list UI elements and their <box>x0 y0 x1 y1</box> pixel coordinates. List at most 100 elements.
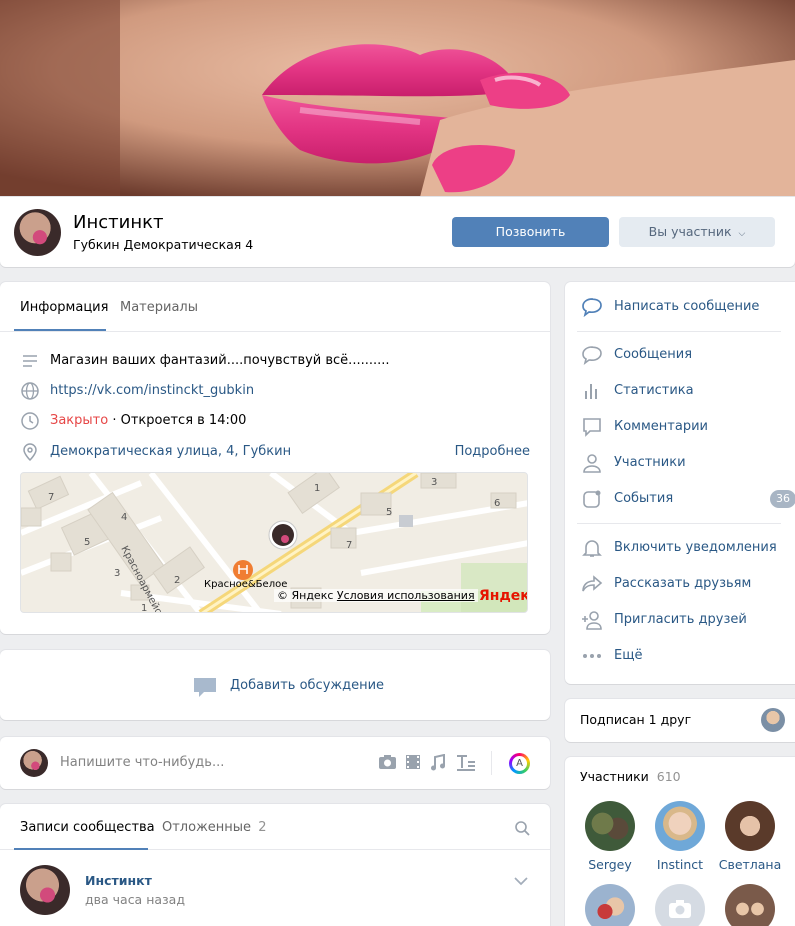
tab-postponed[interactable]: Отложенные 2 <box>162 820 266 835</box>
address-link[interactable]: Демократическая улица, 4, Губкин <box>50 444 291 459</box>
discussion-icon <box>194 678 216 697</box>
tab-materials[interactable]: Материалы <box>120 300 198 315</box>
member-avatar <box>725 884 775 926</box>
map-copyright: © Яндекс <box>277 589 334 602</box>
member-item[interactable]: Instinct <box>645 801 715 872</box>
members-label: Участники <box>614 455 686 470</box>
member-item[interactable]: Sergey <box>575 801 645 872</box>
website-link[interactable]: https://vk.com/instinckt_gubkin <box>50 383 254 398</box>
tab-community-posts[interactable]: Записи сообщества <box>20 820 155 835</box>
member-item[interactable]: Светлана <box>715 801 785 872</box>
clock-icon <box>21 412 39 430</box>
post-author-avatar[interactable] <box>20 865 70 915</box>
menu-divider <box>577 331 781 332</box>
cover-image <box>0 0 795 197</box>
info-tabs: Информация Материалы <box>0 282 550 332</box>
members-card: Участники 610 Sergey Instinct Светлана <box>565 757 795 926</box>
menu-divider <box>577 523 781 524</box>
map-house-number: 7 <box>48 492 54 503</box>
location-map[interactable]: 7 4 5 3 2 1 1 3 5 7 6 Красноармейская Кр… <box>20 472 528 613</box>
description-row: Магазин ваших фантазий....почувствуй всё… <box>20 351 530 371</box>
messages-label: Сообщения <box>614 347 693 362</box>
hours-text: Закрыто · Откроется в 14:00 <box>50 413 246 428</box>
member-button[interactable]: Вы участник ⌵ <box>619 217 775 247</box>
group-avatar[interactable] <box>14 209 61 256</box>
post-timestamp[interactable]: два часа назад <box>85 892 185 907</box>
text-lines-icon <box>23 355 37 367</box>
messages-item[interactable]: Сообщения <box>581 343 781 367</box>
events-item[interactable]: События 36 <box>581 487 795 511</box>
chevron-down-icon[interactable] <box>514 877 528 886</box>
notifications-label: Включить уведомления <box>614 540 777 555</box>
yandex-logo: Яндекс <box>479 588 527 604</box>
hours-row: Закрыто · Откроется в 14:00 <box>20 411 530 431</box>
member-avatar <box>725 801 775 851</box>
post-composer: Напишите что-нибудь... A <box>0 737 550 789</box>
statistics-label: Статистика <box>614 383 694 398</box>
comment-icon <box>583 418 601 437</box>
member-item[interactable] <box>715 884 785 926</box>
camera-icon[interactable] <box>378 754 397 770</box>
member-avatar <box>655 801 705 851</box>
article-icon[interactable] <box>456 754 476 771</box>
discussion-card[interactable]: Добавить обсуждение <box>0 650 550 720</box>
more-details-link[interactable]: Подробнее <box>455 444 530 459</box>
video-icon[interactable] <box>405 754 421 770</box>
write-message-item[interactable]: Написать сообщение <box>581 295 781 319</box>
composer-avatar <box>20 749 48 777</box>
statistics-item[interactable]: Статистика <box>581 379 781 403</box>
message-bubble-icon <box>582 298 602 317</box>
member-name: Sergey <box>588 857 632 872</box>
map-house-number: 4 <box>121 512 127 523</box>
status-opens: · Откроется в 14:00 <box>112 413 247 428</box>
map-house-number: 1 <box>314 483 320 494</box>
invite-item[interactable]: Пригласить друзей <box>581 608 781 632</box>
music-icon[interactable] <box>430 754 446 771</box>
friends-subscribed-card[interactable]: Подписан 1 друг <box>565 699 795 742</box>
map-house-number: 1 <box>141 603 147 613</box>
author-avatar-icon[interactable]: A <box>509 753 530 774</box>
group-address: Губкин Демократическая 4 <box>73 237 254 252</box>
share-label: Рассказать друзьям <box>614 576 752 591</box>
friend-avatar[interactable] <box>761 708 785 732</box>
bell-icon <box>582 540 602 557</box>
active-tab-indicator <box>14 329 106 331</box>
address-row: Демократическая улица, 4, Губкин Подробн… <box>20 442 530 462</box>
posts-card: Записи сообщества Отложенные 2 Инстинкт … <box>0 804 550 926</box>
members-title[interactable]: Участники 610 <box>580 769 681 784</box>
more-item[interactable]: Ещё <box>581 644 781 668</box>
member-name: Instinct <box>656 857 704 872</box>
notifications-item[interactable]: Включить уведомления <box>581 536 781 560</box>
map-house-number: 3 <box>114 568 120 579</box>
map-house-number: 2 <box>174 575 180 586</box>
add-user-icon <box>582 611 602 630</box>
status-closed: Закрыто <box>50 413 109 428</box>
camera-icon <box>669 900 691 918</box>
tab-postponed-label: Отложенные <box>162 820 252 835</box>
map-credit: © Яндекс Условия использования <box>274 589 478 602</box>
map-house-number: 5 <box>84 537 90 548</box>
members-count: 610 <box>656 769 681 784</box>
composer-input[interactable]: Напишите что-нибудь... <box>60 755 224 770</box>
share-item[interactable]: Рассказать друзьям <box>581 572 781 596</box>
post-author-name[interactable]: Инстинкт <box>85 873 152 888</box>
map-terms-link[interactable]: Условия использования <box>337 589 475 602</box>
member-item[interactable] <box>645 884 715 926</box>
member-avatar <box>585 884 635 926</box>
tab-information[interactable]: Информация <box>20 300 108 315</box>
comments-item[interactable]: Комментарии <box>581 415 781 439</box>
call-button[interactable]: Позвонить <box>452 217 609 247</box>
add-discussion-label[interactable]: Добавить обсуждение <box>230 678 384 693</box>
members-item[interactable]: Участники <box>581 451 781 475</box>
member-avatar <box>655 884 705 926</box>
write-message-label: Написать сообщение <box>614 299 760 314</box>
actions-menu: Написать сообщение Сообщения Статистика … <box>565 282 795 684</box>
message-bubble-icon <box>582 346 602 365</box>
search-icon[interactable] <box>515 821 530 836</box>
member-item[interactable] <box>575 884 645 926</box>
events-label: События <box>614 491 674 506</box>
map-house-number: 3 <box>431 477 437 488</box>
website-row: https://vk.com/instinckt_gubkin <box>20 381 530 401</box>
globe-icon <box>21 382 39 400</box>
member-button-label: Вы участник <box>648 224 732 239</box>
